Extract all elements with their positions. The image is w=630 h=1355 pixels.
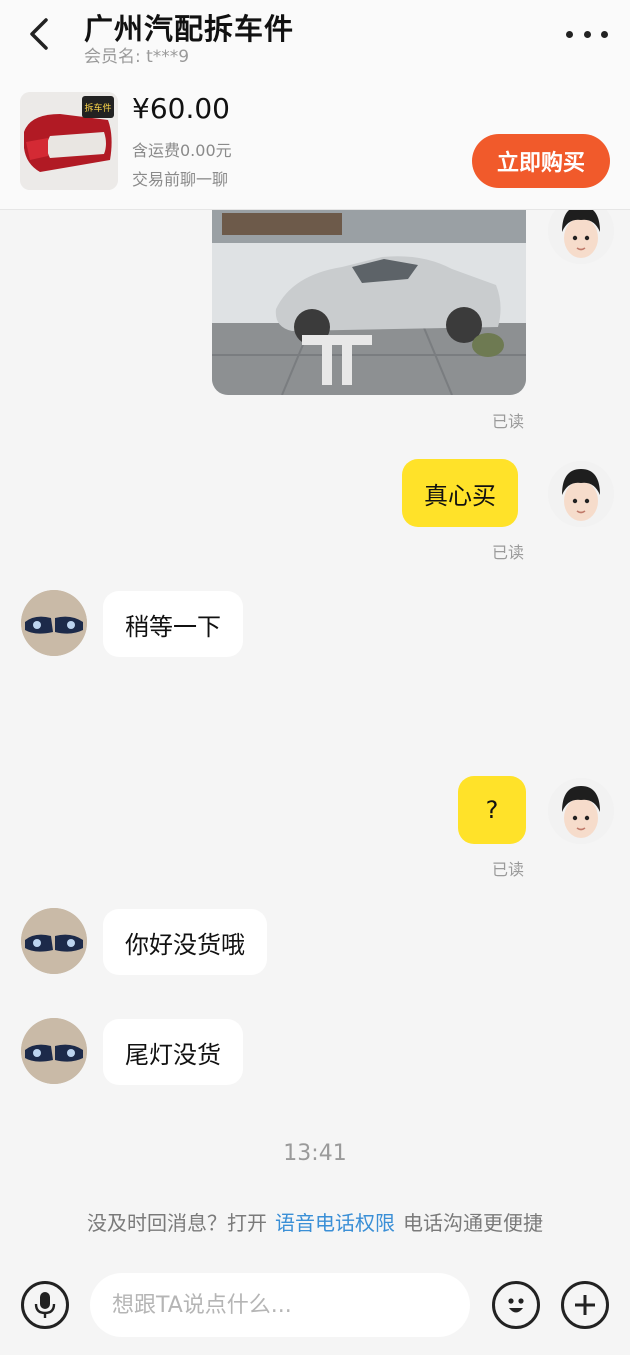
product-thumbnail[interactable]: 拆车件 [20,92,118,190]
member-name: 会员名: t***9 [84,47,190,67]
my-avatar[interactable] [548,461,614,527]
thumb-badge-text: 拆车件 [84,102,111,114]
read-status: 已读 [492,412,525,431]
buy-now-button[interactable]: 立即购买 [472,134,610,188]
chat-header: 广州汽配拆车件 会员名: t***9 拆车件 ¥60.00 含运费0.00元 交… [0,0,630,210]
chat-hint: 交易前聊一聊 [132,170,229,189]
chevron-left-icon [30,18,48,50]
more-dots-icon [566,30,573,38]
emoji-button[interactable] [492,1281,540,1329]
voice-button[interactable] [21,1281,69,1329]
seller-message-bubble[interactable]: 稍等一下 [103,591,243,657]
read-status: 已读 [492,543,525,562]
voice-call-notice: 没及时回消息？打开 语音电话权限 电话沟通更便捷 [0,1207,630,1236]
headlight-avatar-icon [21,1018,87,1084]
plus-icon [575,1295,595,1315]
tail-light-image: 拆车件 [20,92,118,190]
seller-avatar[interactable] [21,908,87,974]
my-message-bubble[interactable]: ? [458,776,526,844]
shipping-fee: 含运费0.00元 [132,141,232,160]
seller-avatar[interactable] [21,1018,87,1084]
message-input[interactable] [90,1273,470,1337]
user-avatar-icon [548,778,614,844]
product-price: ¥60.00 [132,92,230,125]
microphone-icon [34,1292,56,1318]
notice-text-before: 没及时回消息？打开 [87,1211,267,1235]
chat-screen: 广州汽配拆车件 会员名: t***9 拆车件 ¥60.00 含运费0.00元 交… [0,0,630,1355]
headlight-avatar-icon [21,908,87,974]
notice-text-after: 电话沟通更便捷 [403,1211,543,1235]
more-button[interactable] [566,18,608,50]
time-separator: 13:41 [283,1141,347,1166]
back-button[interactable] [22,14,58,54]
input-bar [0,1260,630,1355]
garage-car-photo [212,205,526,395]
read-status: 已读 [492,860,525,879]
user-avatar-icon [548,461,614,527]
seller-message-bubble[interactable]: 尾灯没货 [103,1019,243,1085]
headlight-avatar-icon [21,590,87,656]
my-avatar[interactable] [548,778,614,844]
smiley-icon [508,1298,524,1313]
voice-permission-link[interactable]: 语音电话权限 [275,1211,395,1235]
seller-avatar[interactable] [21,590,87,656]
add-button[interactable] [561,1281,609,1329]
image-message[interactable] [212,205,526,395]
seller-message-bubble[interactable]: 你好没货哦 [103,909,267,975]
my-message-bubble[interactable]: 真心买 [402,459,518,527]
